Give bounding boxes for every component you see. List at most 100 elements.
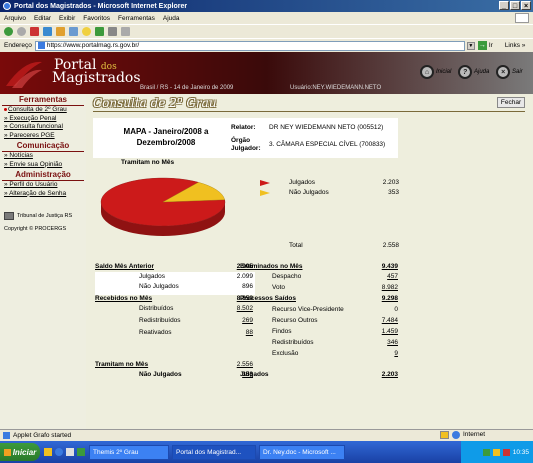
quicklaunch-desktop-icon[interactable]	[66, 448, 74, 456]
sidebar-item-perfil-usuario[interactable]: » Perfil do Usuário	[0, 181, 86, 190]
recebidos-row-label: Redistribuídos	[139, 317, 181, 324]
page-icon	[37, 42, 45, 49]
processos-row-value[interactable]: 7.484	[360, 317, 398, 324]
processos-row-value[interactable]: 346	[360, 339, 398, 346]
legend-julgados-value: 2.203	[382, 179, 399, 186]
portal-logo-icon	[6, 61, 42, 88]
quicklaunch-ie-icon[interactable]	[55, 448, 63, 456]
processos-row-label: Recurso Outros	[272, 317, 318, 324]
processos-row-value[interactable]: 1.459	[360, 328, 398, 335]
total-label: Total	[289, 242, 303, 249]
task-word[interactable]: Dr. Ney.doc - Microsoft ...	[259, 444, 345, 460]
go-label: Ir	[488, 42, 493, 49]
links-button[interactable]: Links »	[505, 42, 526, 49]
history-icon[interactable]	[95, 27, 104, 36]
tribunal-icon	[4, 212, 14, 220]
ie-icon	[3, 2, 11, 10]
clock: 10:35	[512, 448, 529, 456]
menu-item[interactable]: Ajuda	[163, 15, 180, 22]
tramitam-label: Tramitam no Mês	[95, 361, 149, 368]
processos-row-label: Redistribuídos	[272, 339, 314, 346]
tray-network-icon[interactable]	[482, 448, 490, 456]
menu-item[interactable]: Arquivo	[4, 15, 26, 22]
processos-label: Processos Saídos	[240, 295, 296, 302]
mail-icon[interactable]	[108, 27, 117, 36]
task-themis[interactable]: Themis 2º Grau	[89, 444, 169, 460]
stop-icon[interactable]	[30, 27, 39, 36]
examinados-row-label: Despacho	[272, 273, 302, 280]
address-input[interactable]: https://www.portalmag.rs.gov.br/	[34, 40, 465, 51]
pie-chart	[100, 177, 226, 236]
tray-security-icon[interactable]	[502, 448, 510, 456]
recebidos-row-label: Distribuídos	[139, 305, 174, 312]
tribunal-logo[interactable]: Tribunal de Justiça RS	[0, 212, 86, 220]
title-divider	[93, 111, 525, 112]
sidebar-item-pareceres-pge[interactable]: » Pareceres PGE	[0, 132, 86, 141]
location-date: Brasil / RS - 14 de Janeiro de 2009	[140, 85, 234, 91]
sidebar-item-noticias[interactable]: » Notícias	[0, 152, 86, 161]
processos-row-value[interactable]: 9	[360, 350, 398, 357]
status-page-icon	[3, 432, 10, 439]
sidebar-heading-comunicacao: Comunicação	[2, 140, 84, 152]
task-portal[interactable]: Portal dos Magistrad...	[172, 444, 256, 460]
stats-right: Examinados no Mês 9.439 Despacho 457 Vot…	[238, 263, 404, 383]
start-button[interactable]: Iniciar	[0, 443, 40, 461]
saldo-row-label: Não Julgados	[139, 283, 179, 290]
menu-item[interactable]: Exibir	[59, 15, 75, 22]
minimize-button[interactable]: _	[499, 1, 509, 10]
go-button[interactable]: → Ir	[477, 41, 493, 50]
sidebar-item-execucao-penal[interactable]: » Execução Penal	[0, 115, 86, 124]
lock-icon	[440, 431, 449, 439]
refresh-icon[interactable]	[43, 27, 52, 36]
exit-circle-icon: ×	[496, 65, 510, 79]
tramitam-sub-label: Não Julgados	[139, 371, 182, 378]
sidebar-item-consulta-2-grau[interactable]: Consulta de 2º Grau	[0, 106, 86, 115]
legend-nao-julgados-swatch	[260, 190, 270, 196]
search-icon[interactable]	[69, 27, 78, 36]
ajuda-button[interactable]: ? Ajuda	[458, 65, 489, 79]
back-icon[interactable]	[4, 27, 13, 36]
examinados-row-value[interactable]: 8.982	[360, 284, 398, 291]
examinados-total: 9.439	[381, 263, 398, 270]
print-icon[interactable]	[121, 27, 130, 36]
sidebar: Ferramentas Consulta de 2º Grau » Execuç…	[0, 94, 86, 429]
menu-item[interactable]: Ferramentas	[118, 15, 155, 22]
recebidos-row-label: Reativados	[139, 329, 172, 336]
forward-icon[interactable]	[17, 27, 26, 36]
julgados-value[interactable]: 2.203	[360, 371, 398, 378]
quicklaunch-app-icon[interactable]	[77, 448, 85, 456]
tray-volume-icon[interactable]	[492, 448, 500, 456]
maximize-button[interactable]: □	[510, 1, 520, 10]
sidebar-item-consulta-funcional[interactable]: » Consulta funcional	[0, 123, 86, 132]
processos-row-label: Recurso Vice-Presidente	[272, 306, 344, 313]
processos-total: 9.298	[381, 295, 398, 302]
windows-logo-icon	[515, 13, 529, 23]
close-button[interactable]: Fechar	[497, 97, 525, 108]
orgao-label: Órgão Julgador:	[231, 137, 261, 152]
menu-item[interactable]: Favoritos	[83, 15, 110, 22]
relator-label: Relator:	[231, 124, 256, 131]
julgados-label: Julgados	[240, 371, 269, 378]
user-name: Usuário:NEY.WIEDEMANN.NETO	[290, 85, 382, 91]
address-label: Endereço	[4, 42, 32, 49]
mapa-title: MAPA - Janeiro/2008 a Dezembro/2008	[123, 127, 209, 147]
sair-button[interactable]: × Sair	[496, 65, 523, 79]
processos-row-label: Exclusão	[272, 350, 299, 357]
system-tray: 10:35	[461, 441, 533, 463]
globe-icon	[452, 431, 460, 439]
inicial-button[interactable]: ⌂ Inicial	[420, 65, 451, 79]
saldo-label: Saldo Mês Anterior	[95, 263, 154, 270]
saldo-row-label: Julgados	[139, 273, 166, 280]
menu-item[interactable]: Editar	[34, 15, 51, 22]
browser-toolbar	[0, 24, 533, 38]
examinados-row-value[interactable]: 457	[360, 273, 398, 280]
status-text: Applet Grafo started	[13, 432, 72, 439]
quicklaunch-icon[interactable]	[44, 448, 52, 456]
sidebar-item-envie-opiniao[interactable]: » Envie sua Opinião	[0, 161, 86, 170]
copyright: Copyright © PROCERGS	[4, 226, 67, 232]
home-icon[interactable]	[56, 27, 65, 36]
dropdown-icon[interactable]: ▼	[466, 41, 475, 50]
favorites-icon[interactable]	[82, 27, 91, 36]
close-window-button[interactable]: ×	[521, 1, 531, 10]
sidebar-item-alteracao-senha[interactable]: » Alteração de Senha	[0, 190, 86, 199]
